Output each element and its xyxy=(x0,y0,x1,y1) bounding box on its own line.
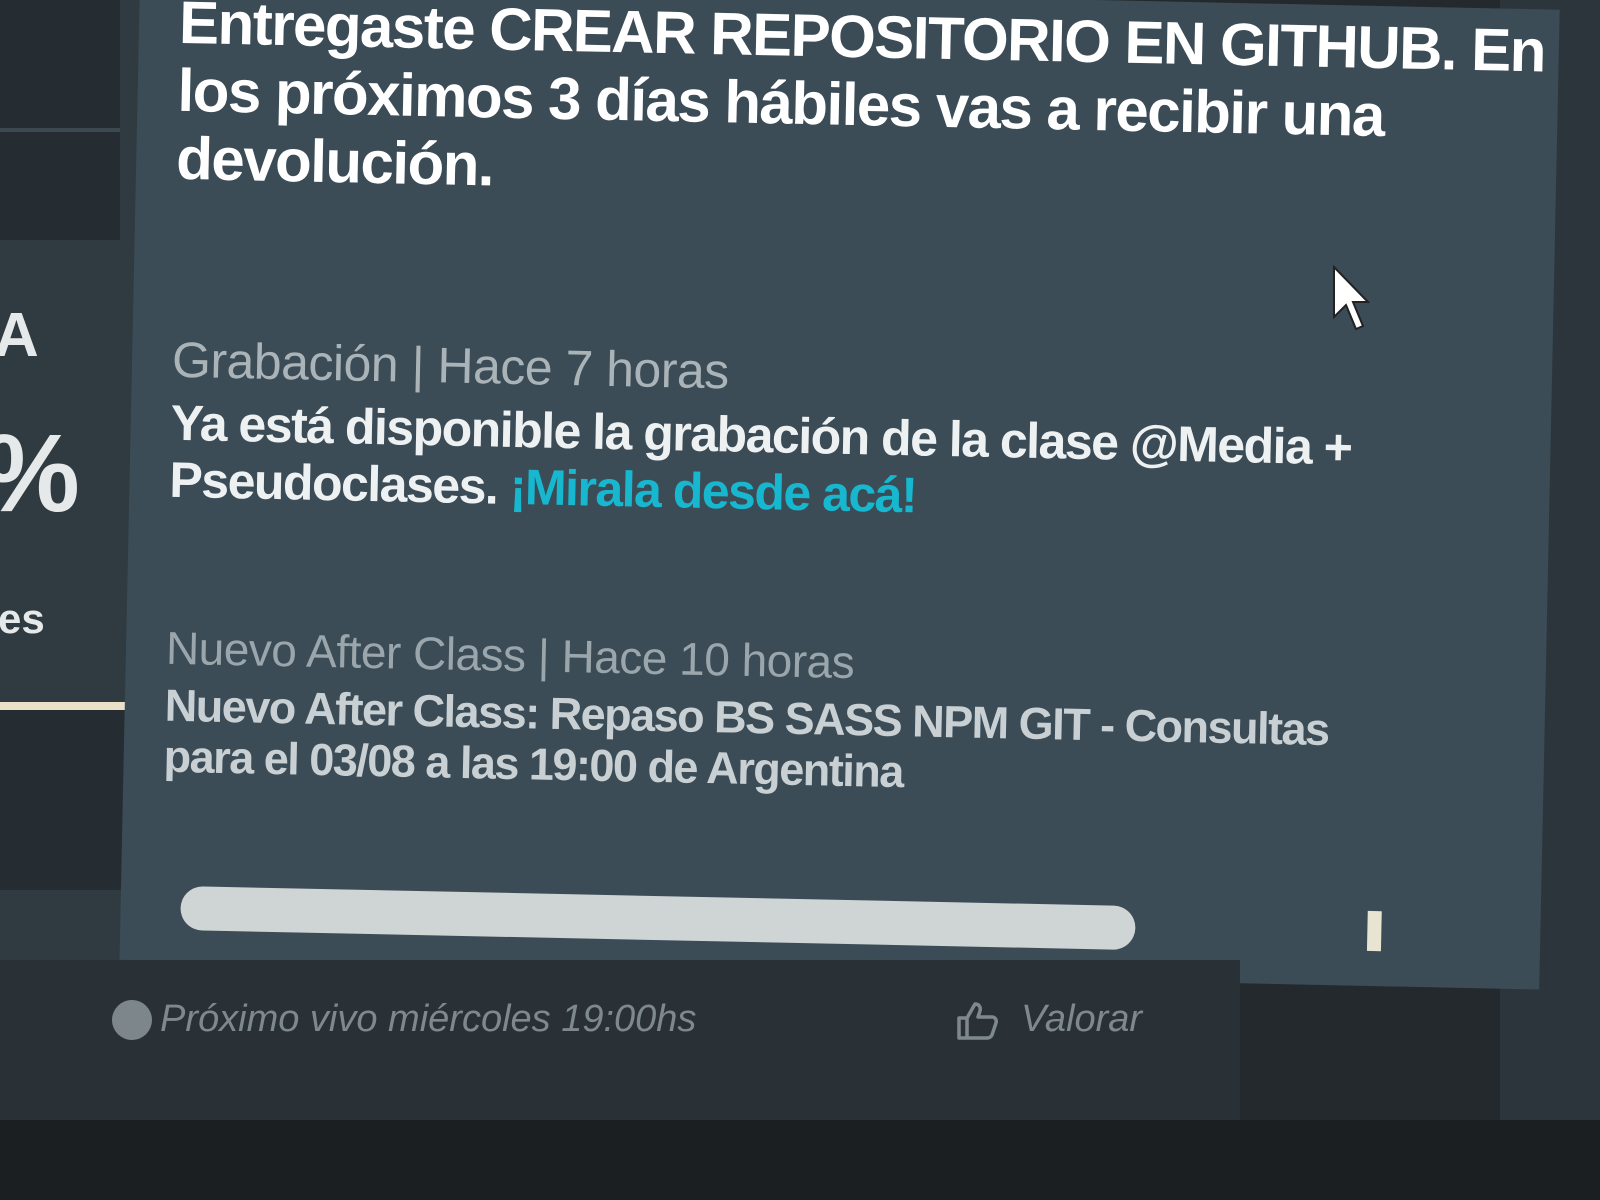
notification-after-class[interactable]: Nuevo After Class | Hace 10 horas Nuevo … xyxy=(163,621,1346,807)
next-live-status: Próximo vivo miércoles 19:00hs xyxy=(112,998,696,1041)
notification-body: Ya está disponible la grabación de la cl… xyxy=(169,395,1451,535)
bottom-shade xyxy=(0,1120,1600,1200)
sidebar-label-suffix: es xyxy=(0,595,45,642)
next-live-text: Próximo vivo miércoles 19:00hs xyxy=(160,998,697,1040)
thumbs-up-icon xyxy=(957,1001,998,1040)
screen: A % es Entregaste CREAR REPOSITORIO EN G… xyxy=(0,0,1600,1200)
sidebar-letter: A xyxy=(0,301,39,370)
sidebar-divider xyxy=(0,128,120,132)
arrow-cursor-icon xyxy=(1333,265,1370,331)
notifications-card: Entregaste CREAR REPOSITORIO EN GITHUB. … xyxy=(119,0,1560,990)
notification-recording[interactable]: Grabación | Hace 7 horas Ya está disponi… xyxy=(169,331,1452,535)
scrollbar-end-marker xyxy=(1366,910,1382,952)
notification-body-prefix: Entregaste xyxy=(178,0,475,63)
sidebar-top-block xyxy=(0,0,120,240)
notification-body: Entregaste CREAR REPOSITORIO EN GITHUB. … xyxy=(176,0,1550,221)
rate-button[interactable]: Valorar xyxy=(955,998,1142,1041)
rate-label: Valorar xyxy=(1021,998,1143,1040)
sidebar-percent: % xyxy=(0,410,80,537)
status-dot-icon xyxy=(112,999,152,1040)
notification-body: Nuevo After Class: Repaso BS SASS NPM GI… xyxy=(163,679,1330,797)
recording-link[interactable]: ¡Mirala desde acá! xyxy=(509,458,917,523)
notification-submission[interactable]: Entregaste CREAR REPOSITORIO EN GITHUB. … xyxy=(176,0,1550,221)
horizontal-scrollbar[interactable] xyxy=(180,886,1136,951)
